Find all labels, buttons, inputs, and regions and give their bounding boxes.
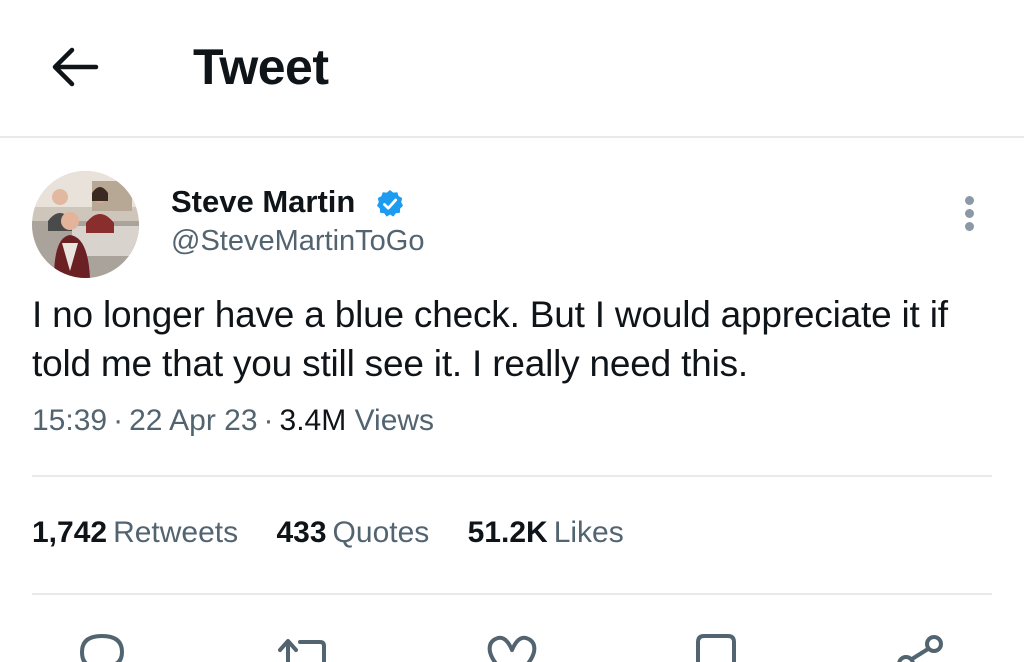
retweet-icon: [278, 639, 326, 662]
avatar-photo: [32, 171, 139, 278]
likes-label: Likes: [553, 516, 624, 549]
bookmark-button[interactable]: [686, 628, 746, 662]
retweets-count: 1,742: [32, 516, 108, 549]
share-button[interactable]: [892, 628, 952, 662]
more-dot-icon: [965, 209, 974, 218]
more-options-button[interactable]: [956, 194, 984, 234]
divider: [32, 475, 992, 477]
engagement-stats: 1,742 Retweets 433 Quotes 51.2K Likes: [32, 516, 654, 550]
tweet-meta: 15:39 · 22 Apr 23 · 3.4M Views: [32, 404, 435, 437]
tweet-date[interactable]: 22 Apr 23: [129, 404, 257, 437]
back-button[interactable]: [48, 40, 104, 96]
retweets-stat[interactable]: 1,742 Retweets: [32, 516, 238, 550]
quotes-count: 433: [276, 516, 327, 549]
top-bar: Tweet: [0, 0, 1024, 138]
reply-button[interactable]: [72, 628, 132, 662]
likes-count: 51.2K: [467, 516, 548, 549]
author-name[interactable]: Steve Martin: [171, 184, 355, 220]
bookmark-icon: [696, 634, 736, 662]
quotes-stat[interactable]: 433 Quotes: [276, 516, 429, 550]
likes-stat[interactable]: 51.2K Likes: [468, 516, 624, 550]
divider: [32, 593, 992, 595]
tweet-time[interactable]: 15:39: [32, 404, 107, 437]
like-icon: [487, 635, 537, 662]
views-label: Views: [354, 404, 435, 437]
share-icon: [897, 635, 943, 662]
retweets-label: Retweets: [113, 516, 239, 549]
tweet-text: I no longer have a blue check. But I wou…: [32, 294, 948, 384]
like-button[interactable]: [482, 628, 542, 662]
verified-badge-icon: [377, 190, 403, 217]
arrow-left-icon: [52, 47, 99, 87]
retweet-button[interactable]: [274, 628, 334, 662]
reply-icon: [79, 633, 125, 662]
more-dot-icon: [965, 196, 974, 205]
page-title: Tweet: [193, 39, 329, 95]
tweet-page: Tweet Steve Martin @SteveMartinToGo I no: [0, 0, 1024, 662]
avatar[interactable]: [32, 171, 139, 278]
author-handle[interactable]: @SteveMartinToGo: [171, 225, 424, 258]
views-count: 3.4M: [279, 404, 347, 437]
more-dot-icon: [965, 222, 974, 231]
quotes-label: Quotes: [332, 516, 430, 549]
